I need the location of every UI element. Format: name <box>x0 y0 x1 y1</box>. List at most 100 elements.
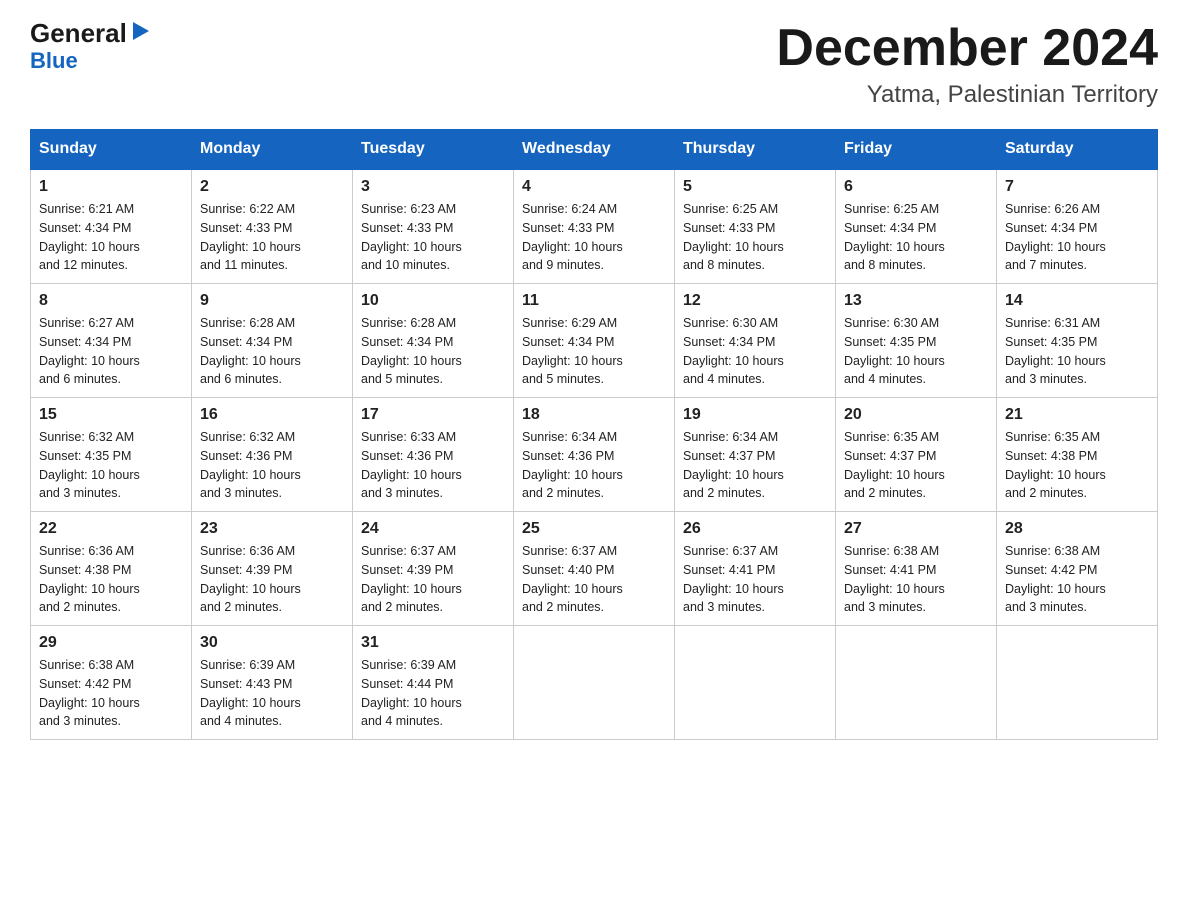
calendar-cell: 31 Sunrise: 6:39 AMSunset: 4:44 PMDaylig… <box>353 626 514 740</box>
day-info: Sunrise: 6:30 AMSunset: 4:35 PMDaylight:… <box>844 314 988 389</box>
calendar-cell: 26 Sunrise: 6:37 AMSunset: 4:41 PMDaylig… <box>675 512 836 626</box>
calendar-cell: 23 Sunrise: 6:36 AMSunset: 4:39 PMDaylig… <box>192 512 353 626</box>
day-info: Sunrise: 6:25 AMSunset: 4:33 PMDaylight:… <box>683 200 827 275</box>
calendar-cell: 17 Sunrise: 6:33 AMSunset: 4:36 PMDaylig… <box>353 398 514 512</box>
logo-triangle-icon <box>129 20 151 42</box>
calendar-cell: 5 Sunrise: 6:25 AMSunset: 4:33 PMDayligh… <box>675 169 836 284</box>
day-number: 24 <box>361 520 505 538</box>
day-number: 31 <box>361 634 505 652</box>
logo-blue: Blue <box>30 48 78 74</box>
day-number: 11 <box>522 292 666 310</box>
day-number: 9 <box>200 292 344 310</box>
calendar-title: December 2024 <box>776 20 1158 77</box>
day-number: 14 <box>1005 292 1149 310</box>
calendar-subtitle: Yatma, Palestinian Territory <box>776 81 1158 109</box>
calendar-cell <box>675 626 836 740</box>
day-info: Sunrise: 6:38 AMSunset: 4:42 PMDaylight:… <box>1005 542 1149 617</box>
calendar-cell: 27 Sunrise: 6:38 AMSunset: 4:41 PMDaylig… <box>836 512 997 626</box>
logo: General Blue <box>30 20 151 74</box>
calendar-cell: 2 Sunrise: 6:22 AMSunset: 4:33 PMDayligh… <box>192 169 353 284</box>
calendar-cell: 8 Sunrise: 6:27 AMSunset: 4:34 PMDayligh… <box>31 284 192 398</box>
calendar-cell: 6 Sunrise: 6:25 AMSunset: 4:34 PMDayligh… <box>836 169 997 284</box>
calendar-cell: 28 Sunrise: 6:38 AMSunset: 4:42 PMDaylig… <box>997 512 1158 626</box>
calendar-cell: 18 Sunrise: 6:34 AMSunset: 4:36 PMDaylig… <box>514 398 675 512</box>
logo-general: General <box>30 20 127 46</box>
day-number: 21 <box>1005 406 1149 424</box>
day-info: Sunrise: 6:34 AMSunset: 4:37 PMDaylight:… <box>683 428 827 503</box>
day-info: Sunrise: 6:36 AMSunset: 4:39 PMDaylight:… <box>200 542 344 617</box>
day-info: Sunrise: 6:38 AMSunset: 4:42 PMDaylight:… <box>39 656 183 731</box>
day-info: Sunrise: 6:22 AMSunset: 4:33 PMDaylight:… <box>200 200 344 275</box>
header-friday: Friday <box>836 130 997 170</box>
day-number: 23 <box>200 520 344 538</box>
day-number: 8 <box>39 292 183 310</box>
day-number: 13 <box>844 292 988 310</box>
calendar-cell: 20 Sunrise: 6:35 AMSunset: 4:37 PMDaylig… <box>836 398 997 512</box>
day-number: 25 <box>522 520 666 538</box>
day-number: 2 <box>200 178 344 196</box>
day-info: Sunrise: 6:32 AMSunset: 4:35 PMDaylight:… <box>39 428 183 503</box>
day-info: Sunrise: 6:33 AMSunset: 4:36 PMDaylight:… <box>361 428 505 503</box>
calendar-cell: 30 Sunrise: 6:39 AMSunset: 4:43 PMDaylig… <box>192 626 353 740</box>
day-info: Sunrise: 6:37 AMSunset: 4:39 PMDaylight:… <box>361 542 505 617</box>
day-info: Sunrise: 6:34 AMSunset: 4:36 PMDaylight:… <box>522 428 666 503</box>
calendar-cell: 15 Sunrise: 6:32 AMSunset: 4:35 PMDaylig… <box>31 398 192 512</box>
calendar-cell <box>836 626 997 740</box>
calendar-cell: 29 Sunrise: 6:38 AMSunset: 4:42 PMDaylig… <box>31 626 192 740</box>
week-row-5: 29 Sunrise: 6:38 AMSunset: 4:42 PMDaylig… <box>31 626 1158 740</box>
week-row-2: 8 Sunrise: 6:27 AMSunset: 4:34 PMDayligh… <box>31 284 1158 398</box>
calendar-cell: 1 Sunrise: 6:21 AMSunset: 4:34 PMDayligh… <box>31 169 192 284</box>
day-info: Sunrise: 6:38 AMSunset: 4:41 PMDaylight:… <box>844 542 988 617</box>
calendar-cell: 11 Sunrise: 6:29 AMSunset: 4:34 PMDaylig… <box>514 284 675 398</box>
day-number: 6 <box>844 178 988 196</box>
day-number: 26 <box>683 520 827 538</box>
calendar-cell <box>997 626 1158 740</box>
calendar-cell: 4 Sunrise: 6:24 AMSunset: 4:33 PMDayligh… <box>514 169 675 284</box>
day-number: 4 <box>522 178 666 196</box>
day-info: Sunrise: 6:25 AMSunset: 4:34 PMDaylight:… <box>844 200 988 275</box>
week-row-1: 1 Sunrise: 6:21 AMSunset: 4:34 PMDayligh… <box>31 169 1158 284</box>
week-row-3: 15 Sunrise: 6:32 AMSunset: 4:35 PMDaylig… <box>31 398 1158 512</box>
week-row-4: 22 Sunrise: 6:36 AMSunset: 4:38 PMDaylig… <box>31 512 1158 626</box>
day-info: Sunrise: 6:28 AMSunset: 4:34 PMDaylight:… <box>200 314 344 389</box>
day-number: 22 <box>39 520 183 538</box>
day-number: 18 <box>522 406 666 424</box>
day-number: 12 <box>683 292 827 310</box>
calendar-cell: 14 Sunrise: 6:31 AMSunset: 4:35 PMDaylig… <box>997 284 1158 398</box>
header-tuesday: Tuesday <box>353 130 514 170</box>
day-number: 7 <box>1005 178 1149 196</box>
day-number: 17 <box>361 406 505 424</box>
day-info: Sunrise: 6:24 AMSunset: 4:33 PMDaylight:… <box>522 200 666 275</box>
day-number: 10 <box>361 292 505 310</box>
header-saturday: Saturday <box>997 130 1158 170</box>
day-number: 20 <box>844 406 988 424</box>
day-info: Sunrise: 6:30 AMSunset: 4:34 PMDaylight:… <box>683 314 827 389</box>
day-number: 28 <box>1005 520 1149 538</box>
day-info: Sunrise: 6:26 AMSunset: 4:34 PMDaylight:… <box>1005 200 1149 275</box>
header-wednesday: Wednesday <box>514 130 675 170</box>
day-number: 27 <box>844 520 988 538</box>
calendar-cell: 21 Sunrise: 6:35 AMSunset: 4:38 PMDaylig… <box>997 398 1158 512</box>
day-info: Sunrise: 6:27 AMSunset: 4:34 PMDaylight:… <box>39 314 183 389</box>
day-info: Sunrise: 6:32 AMSunset: 4:36 PMDaylight:… <box>200 428 344 503</box>
calendar-cell: 13 Sunrise: 6:30 AMSunset: 4:35 PMDaylig… <box>836 284 997 398</box>
day-number: 29 <box>39 634 183 652</box>
calendar-cell: 3 Sunrise: 6:23 AMSunset: 4:33 PMDayligh… <box>353 169 514 284</box>
day-info: Sunrise: 6:23 AMSunset: 4:33 PMDaylight:… <box>361 200 505 275</box>
day-number: 16 <box>200 406 344 424</box>
header-thursday: Thursday <box>675 130 836 170</box>
day-info: Sunrise: 6:35 AMSunset: 4:37 PMDaylight:… <box>844 428 988 503</box>
calendar-table: SundayMondayTuesdayWednesdayThursdayFrid… <box>30 129 1158 740</box>
header-sunday: Sunday <box>31 130 192 170</box>
calendar-cell: 10 Sunrise: 6:28 AMSunset: 4:34 PMDaylig… <box>353 284 514 398</box>
day-info: Sunrise: 6:39 AMSunset: 4:43 PMDaylight:… <box>200 656 344 731</box>
calendar-cell: 24 Sunrise: 6:37 AMSunset: 4:39 PMDaylig… <box>353 512 514 626</box>
day-info: Sunrise: 6:21 AMSunset: 4:34 PMDaylight:… <box>39 200 183 275</box>
day-number: 19 <box>683 406 827 424</box>
day-info: Sunrise: 6:35 AMSunset: 4:38 PMDaylight:… <box>1005 428 1149 503</box>
page-header: General Blue December 2024 Yatma, Palest… <box>30 20 1158 109</box>
day-number: 3 <box>361 178 505 196</box>
calendar-cell: 19 Sunrise: 6:34 AMSunset: 4:37 PMDaylig… <box>675 398 836 512</box>
calendar-title-area: December 2024 Yatma, Palestinian Territo… <box>776 20 1158 109</box>
day-info: Sunrise: 6:37 AMSunset: 4:41 PMDaylight:… <box>683 542 827 617</box>
